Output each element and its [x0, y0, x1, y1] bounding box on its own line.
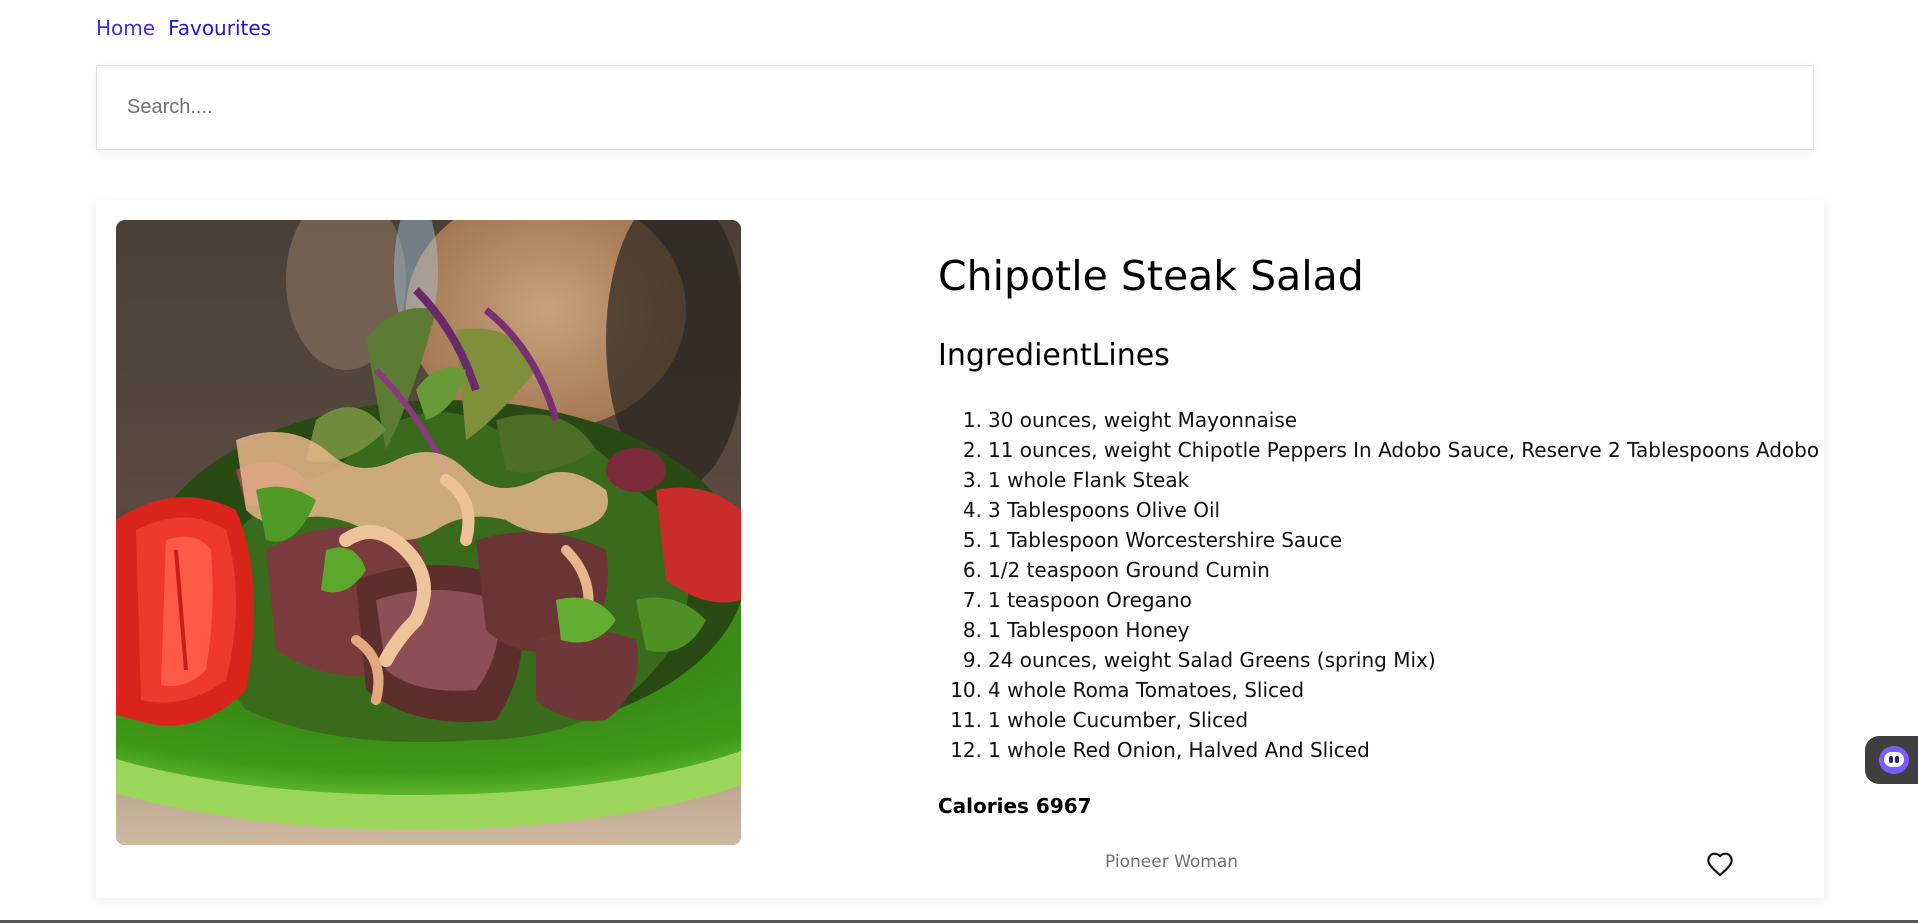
- assistant-widget-button[interactable]: [1865, 736, 1918, 784]
- nav-favourites-link[interactable]: Favourites: [168, 16, 271, 40]
- ingredient-item: 5. 1 Tablespoon Worcestershire Sauce: [962, 528, 1343, 552]
- ingredient-item: 9. 24 ounces, weight Salad Greens (spring…: [962, 648, 1436, 672]
- heart-outline-icon[interactable]: [1706, 851, 1734, 877]
- recipe-title: Chipotle Steak Salad: [938, 252, 1364, 300]
- ingredient-item: 3. 1 whole Flank Steak: [962, 468, 1190, 492]
- ingredients-heading: IngredientLines: [938, 338, 1170, 373]
- ingredient-item: 11. 1 whole Cucumber, Sliced: [950, 708, 1249, 732]
- recipe-image: [116, 220, 741, 845]
- ingredient-item: 6. 1/2 teaspoon Ground Cumin: [962, 558, 1270, 582]
- recipe-source: Pioneer Woman: [1105, 852, 1239, 872]
- recipe-card: Chipotle Steak Salad IngredientLines 1. 3…: [96, 200, 1824, 898]
- search-input[interactable]: [97, 66, 1813, 149]
- ingredient-item: 12. 1 whole Red Onion, Halved And Sliced: [950, 738, 1370, 762]
- ingredient-item: 10. 4 whole Roma Tomatoes, Sliced: [950, 678, 1305, 702]
- ingredients-list: 1. 30 ounces, weight Mayonnaise 2. 11 ounc…: [938, 405, 1819, 765]
- ingredient-item: 2. 11 ounces, weight Chipotle Peppers In …: [962, 438, 1820, 462]
- calories-label: Calories 6967: [938, 794, 1092, 818]
- chat-bot-icon: [1879, 746, 1909, 774]
- ingredient-item: 7. 1 teaspoon Oregano: [962, 588, 1192, 612]
- ingredient-item: 1. 30 ounces, weight Mayonnaise: [962, 408, 1298, 432]
- top-nav: Home Favourites: [96, 16, 271, 40]
- nav-home-link[interactable]: Home: [96, 16, 155, 40]
- search-box: [96, 65, 1814, 150]
- ingredient-item: 8. 1 Tablespoon Honey: [962, 618, 1190, 642]
- ingredient-item: 4. 3 Tablespoons Olive Oil: [962, 498, 1221, 522]
